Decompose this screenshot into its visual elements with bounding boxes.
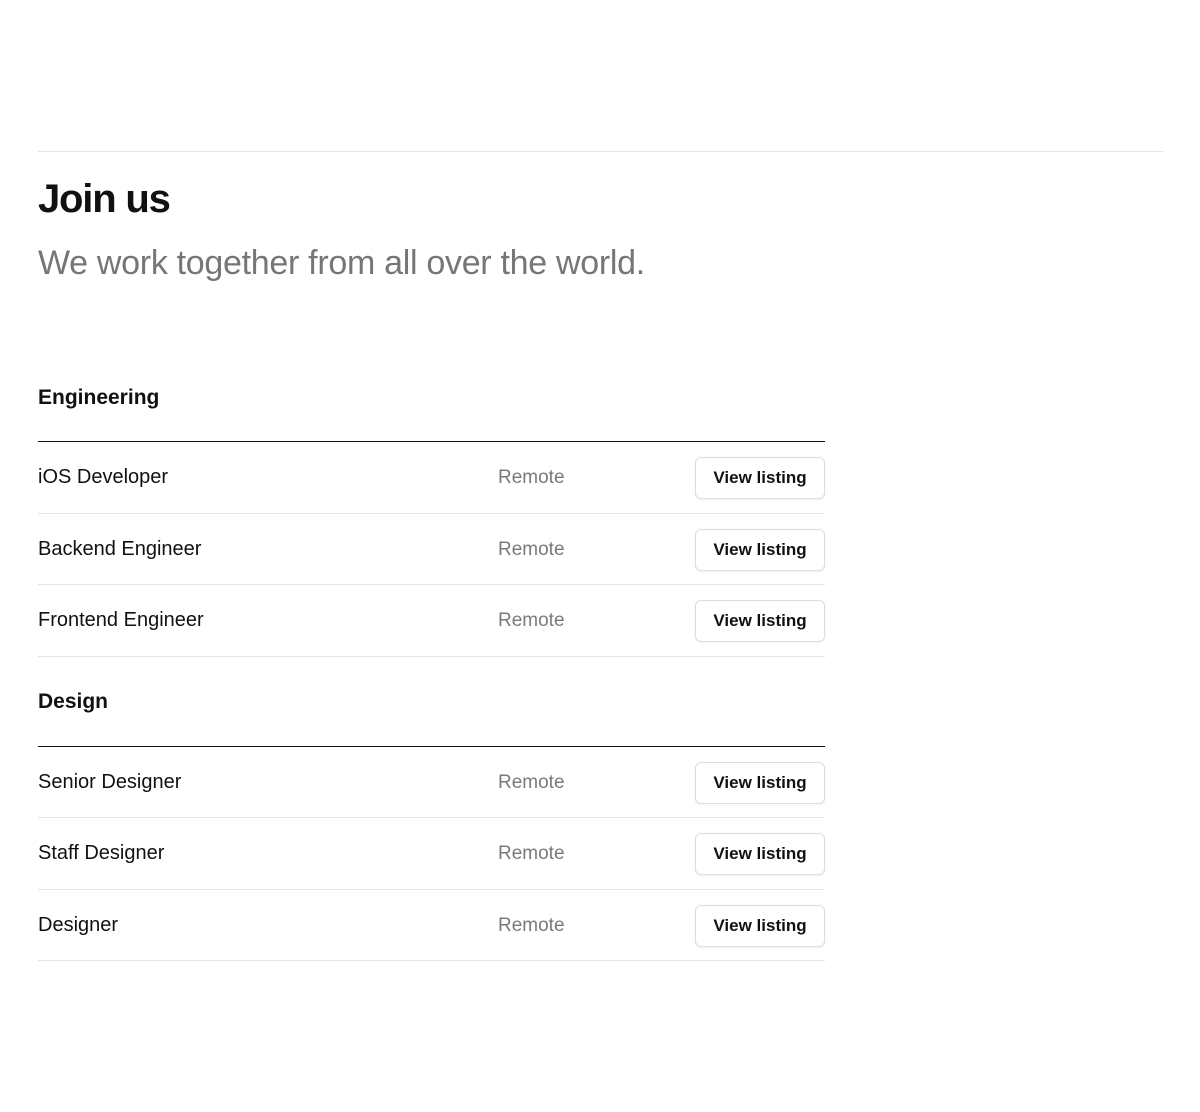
job-title: Designer bbox=[38, 913, 119, 936]
job-title: Senior Designer bbox=[38, 770, 182, 793]
job-row: Senior Designer Remote View listing bbox=[38, 747, 825, 818]
view-listing-button[interactable]: View listing bbox=[695, 457, 825, 499]
job-location: Remote bbox=[498, 914, 565, 936]
view-listing-button[interactable]: View listing bbox=[695, 761, 825, 804]
job-title: Backend Engineer bbox=[38, 537, 202, 560]
page-subtitle: We work together from all over the world… bbox=[38, 244, 645, 282]
job-row: Designer Remote View listing bbox=[38, 890, 825, 961]
job-listings: Engineering iOS Developer Remote View li… bbox=[38, 370, 825, 961]
job-list: iOS Developer Remote View listing Backen… bbox=[38, 442, 825, 657]
job-row: Staff Designer Remote View listing bbox=[38, 818, 825, 890]
view-listing-button[interactable]: View listing bbox=[695, 528, 825, 571]
department-title: Design bbox=[38, 657, 825, 747]
department-title: Engineering bbox=[38, 370, 825, 442]
job-list: Senior Designer Remote View listing Staf… bbox=[38, 747, 825, 961]
job-title: iOS Developer bbox=[38, 466, 169, 488]
job-location: Remote bbox=[498, 610, 565, 631]
view-listing-button[interactable]: View listing bbox=[695, 833, 825, 875]
job-location: Remote bbox=[498, 467, 565, 488]
view-listing-button[interactable]: View listing bbox=[695, 600, 825, 642]
job-row: iOS Developer Remote View listing bbox=[38, 442, 825, 514]
page-title: Join us bbox=[38, 177, 171, 221]
job-title: Staff Designer bbox=[38, 842, 165, 864]
department-engineering: Engineering iOS Developer Remote View li… bbox=[38, 370, 825, 657]
job-location: Remote bbox=[498, 771, 565, 793]
top-divider bbox=[38, 151, 1163, 152]
job-row: Backend Engineer Remote View listing bbox=[38, 514, 825, 585]
job-location: Remote bbox=[498, 538, 565, 560]
job-row: Frontend Engineer Remote View listing bbox=[38, 585, 825, 657]
department-design: Design Senior Designer Remote View listi… bbox=[38, 657, 825, 961]
view-listing-button[interactable]: View listing bbox=[695, 904, 825, 947]
job-title: Frontend Engineer bbox=[38, 609, 204, 631]
job-location: Remote bbox=[498, 843, 565, 864]
